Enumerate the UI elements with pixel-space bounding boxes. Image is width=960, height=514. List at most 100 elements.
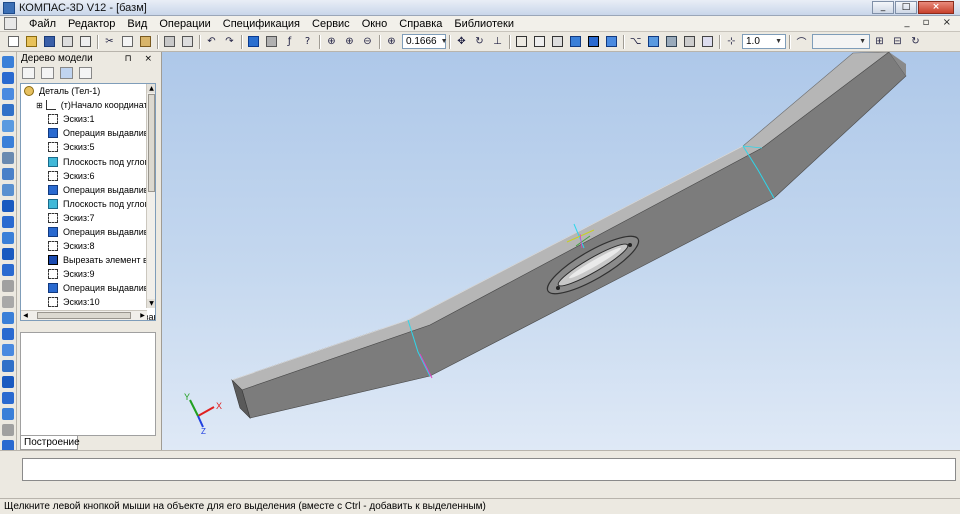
line-scale-field[interactable]: 1.0 ▼ xyxy=(742,34,786,49)
sketch-tool-icon[interactable] xyxy=(2,104,14,116)
cut-icon[interactable]: ✂ xyxy=(102,34,117,49)
zoom-in-icon[interactable]: ⊕ xyxy=(342,34,357,49)
surface-tool-icon[interactable] xyxy=(2,152,14,164)
minimize-button[interactable]: _ xyxy=(872,1,894,14)
sheet-tool-icon[interactable] xyxy=(2,376,14,388)
mirror-tool-icon[interactable] xyxy=(2,344,14,356)
thin-lines-icon[interactable] xyxy=(550,34,565,49)
redo-icon[interactable]: ↷ xyxy=(222,34,237,49)
tree-item[interactable]: Операция выдавливания:2 xyxy=(21,183,155,197)
new-icon[interactable] xyxy=(6,34,21,49)
filter-icon[interactable]: ⌥ xyxy=(628,34,643,49)
panel-controls[interactable]: ⊓ × xyxy=(125,54,157,64)
model-canvas[interactable]: X Y Z xyxy=(162,52,960,450)
tree-item[interactable]: Эскиз:7 xyxy=(21,211,155,225)
tree-item[interactable]: ⊞ (т)Начало координат xyxy=(21,98,155,112)
menu-operations[interactable]: Операции xyxy=(153,18,216,30)
manager-icon[interactable] xyxy=(264,34,279,49)
loft-tool-icon[interactable] xyxy=(2,232,14,244)
tree-item[interactable]: Эскиз:1 xyxy=(21,112,155,126)
chamfer-tool-icon[interactable] xyxy=(2,296,14,308)
dimension-tool-icon[interactable] xyxy=(2,120,14,132)
preview-icon[interactable] xyxy=(78,34,93,49)
pattern-tool-icon[interactable] xyxy=(2,360,14,372)
menu-window[interactable]: Окно xyxy=(356,18,394,30)
tree-vscrollbar[interactable]: ▲ ▼ xyxy=(146,84,155,308)
tree-item[interactable]: Операция выдавливания:4 xyxy=(21,281,155,295)
tree-item[interactable]: Вырезать элемент выдавливания:1 xyxy=(21,253,155,267)
filter-tool-icon[interactable] xyxy=(2,136,14,148)
style-field[interactable]: ▼ xyxy=(812,34,870,49)
view-tool-icon[interactable] xyxy=(2,72,14,84)
measure-tool-icon[interactable] xyxy=(2,392,14,404)
menu-help[interactable]: Справка xyxy=(393,18,448,30)
tree-item[interactable]: Деталь (Тел-1) xyxy=(21,84,155,98)
menu-view[interactable]: Вид xyxy=(121,18,153,30)
layers-icon[interactable]: ⊞ xyxy=(872,34,887,49)
tree-item[interactable]: Эскиз:10 xyxy=(21,295,155,309)
snap-icon[interactable] xyxy=(646,34,661,49)
fillet-tool-icon[interactable] xyxy=(2,280,14,292)
zoom-window-icon[interactable]: ⊕ xyxy=(384,34,399,49)
tree-settings-icon[interactable] xyxy=(79,67,92,79)
maximize-button[interactable]: □ xyxy=(895,1,917,14)
menu-libraries[interactable]: Библиотеки xyxy=(448,18,520,30)
rotate-icon[interactable]: ↻ xyxy=(472,34,487,49)
attributes-icon[interactable]: ⊟ xyxy=(890,34,905,49)
print-icon[interactable] xyxy=(60,34,75,49)
zoom-fit-icon[interactable]: ⊕ xyxy=(324,34,339,49)
tree-hscrollbar[interactable]: ◀ ▶ xyxy=(21,310,147,320)
properties-icon[interactable] xyxy=(162,34,177,49)
geometry-tool-icon[interactable] xyxy=(2,88,14,100)
wireframe-icon[interactable] xyxy=(514,34,529,49)
model-tree-icon[interactable] xyxy=(246,34,261,49)
mdi-controls[interactable]: _ ▫ × xyxy=(904,17,956,28)
close-button[interactable]: × xyxy=(918,1,954,14)
scroll-left-icon[interactable]: ◀ xyxy=(21,311,30,320)
menu-service[interactable]: Сервис xyxy=(306,18,356,30)
tree-item[interactable]: Плоскость под углом:2 xyxy=(21,197,155,211)
scroll-down-icon[interactable]: ▼ xyxy=(147,299,155,308)
grid-icon[interactable] xyxy=(700,34,715,49)
zoom-field[interactable]: 0.1666 ▼ xyxy=(402,34,448,49)
document-icon[interactable] xyxy=(4,17,17,30)
report-tool-icon[interactable] xyxy=(2,424,14,436)
paste-icon[interactable] xyxy=(138,34,153,49)
scroll-thumb[interactable] xyxy=(148,94,155,192)
cut-tool-icon[interactable] xyxy=(2,248,14,260)
rib-tool-icon[interactable] xyxy=(2,328,14,340)
tree-view-icon[interactable] xyxy=(41,67,54,79)
part-top-face[interactable] xyxy=(231,52,890,391)
orientation-icon[interactable]: ⊥ xyxy=(490,34,505,49)
shaded-edges-icon[interactable] xyxy=(586,34,601,49)
array-tool-icon[interactable] xyxy=(2,168,14,180)
tree-item[interactable]: Эскиз:5 xyxy=(21,140,155,154)
menu-file[interactable]: Файл xyxy=(23,18,62,30)
auxiliary-tool-icon[interactable] xyxy=(2,184,14,196)
tree-filter-icon[interactable] xyxy=(60,67,73,79)
zoom-out-icon[interactable]: ⊖ xyxy=(360,34,375,49)
hidden-lines-icon[interactable] xyxy=(532,34,547,49)
tree-structure-icon[interactable] xyxy=(22,67,35,79)
measure-icon[interactable] xyxy=(682,34,697,49)
tree-item[interactable]: Операция выдавливания:3 xyxy=(21,225,155,239)
scroll-right-icon[interactable]: ▶ xyxy=(138,311,147,320)
shell-tool-icon[interactable] xyxy=(2,312,14,324)
select-tool-icon[interactable] xyxy=(2,56,14,68)
pan-icon[interactable]: ✥ xyxy=(454,34,469,49)
extrude-tool-icon[interactable] xyxy=(2,200,14,212)
menu-editor[interactable]: Редактор xyxy=(62,18,121,30)
refresh-icon[interactable]: ↻ xyxy=(908,34,923,49)
library-icon[interactable] xyxy=(664,34,679,49)
expand-icon[interactable]: ⊞ xyxy=(36,101,43,110)
tree-item[interactable]: Плоскость под углом:1 xyxy=(21,154,155,168)
menu-specification[interactable]: Спецификация xyxy=(217,18,306,30)
tree-item[interactable]: Эскиз:9 xyxy=(21,267,155,281)
help-pointer-icon[interactable]: ? xyxy=(300,34,315,49)
rotate-tool-icon[interactable] xyxy=(2,216,14,228)
undo-icon[interactable]: ↶ xyxy=(204,34,219,49)
model-viewport[interactable]: X Y Z xyxy=(162,52,960,450)
scroll-up-icon[interactable]: ▲ xyxy=(147,84,155,93)
tree-item[interactable]: Операция выдавливания:1 xyxy=(21,126,155,140)
tree-item[interactable]: Эскиз:6 xyxy=(21,169,155,183)
